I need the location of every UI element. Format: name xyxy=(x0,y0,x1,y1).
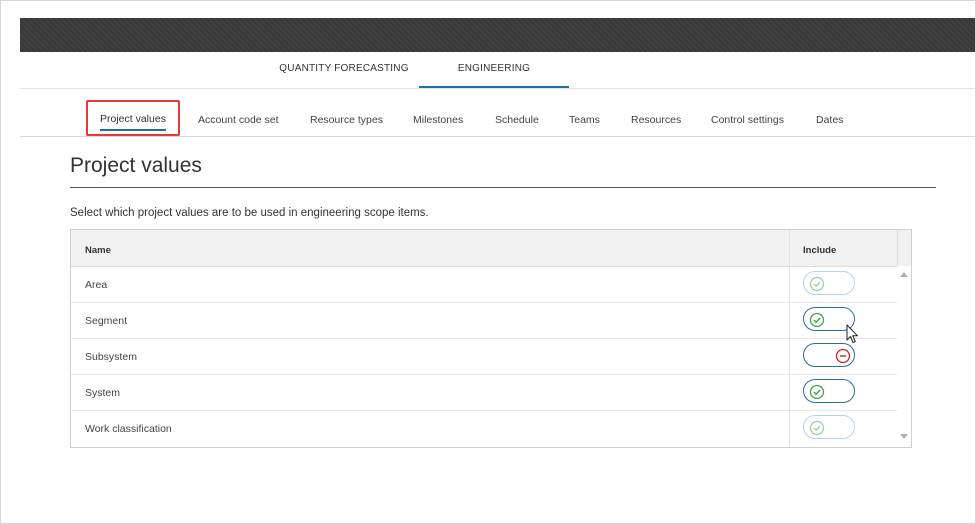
minus-circle-icon xyxy=(835,348,851,364)
subtab-resource-types[interactable]: Resource types xyxy=(310,100,383,136)
check-circle-icon xyxy=(809,276,825,292)
row-name: Area xyxy=(85,279,108,291)
header-scroll-separator xyxy=(897,230,898,266)
subtab-dates[interactable]: Dates xyxy=(816,100,843,136)
tab-quantity-forecasting[interactable]: QUANTITY FORECASTING xyxy=(269,52,419,86)
title-divider xyxy=(70,187,936,188)
row-name: System xyxy=(85,387,121,399)
table-row: Segment xyxy=(71,302,897,339)
row-name: Work classification xyxy=(85,423,172,435)
check-circle-icon xyxy=(809,420,825,436)
include-toggle-area[interactable] xyxy=(803,271,855,295)
tab-engineering[interactable]: ENGINEERING xyxy=(419,52,569,88)
grid-scrollbar[interactable] xyxy=(897,266,911,447)
table-row: Area xyxy=(71,266,897,303)
include-toggle-system[interactable] xyxy=(803,379,855,403)
check-circle-icon xyxy=(809,384,825,400)
mouse-pointer-icon xyxy=(846,324,858,343)
subtab-resources[interactable]: Resources xyxy=(631,100,681,136)
subtab-label: Project values xyxy=(100,113,166,131)
row-name: Subsystem xyxy=(85,351,137,363)
table-row: System xyxy=(71,374,897,411)
grid-header: Name Include xyxy=(71,230,911,267)
include-column-divider xyxy=(789,230,790,447)
subtab-control-settings[interactable]: Control settings xyxy=(711,100,784,136)
page-title: Project values xyxy=(70,154,202,177)
main-tab-bar: QUANTITY FORECASTING ENGINEERING xyxy=(20,52,975,89)
scroll-up-arrow-icon[interactable] xyxy=(900,271,908,277)
row-name: Segment xyxy=(85,315,128,327)
table-row: Work classification xyxy=(71,410,897,446)
subtab-schedule[interactable]: Schedule xyxy=(495,100,539,136)
table-row: Subsystem xyxy=(71,338,897,375)
check-circle-icon xyxy=(809,312,825,328)
project-values-grid: Name Include Area Segment Subsystem Syst… xyxy=(70,229,912,448)
include-toggle-subsystem[interactable] xyxy=(803,343,855,367)
subtab-teams[interactable]: Teams xyxy=(569,100,600,136)
subtab-milestones[interactable]: Milestones xyxy=(413,100,463,136)
sub-tab-bar: Project values Account code set Resource… xyxy=(20,100,975,137)
include-toggle-work-classification[interactable] xyxy=(803,415,855,439)
app-header-bar xyxy=(20,18,975,52)
page-description: Select which project values are to be us… xyxy=(70,207,429,219)
scroll-down-arrow-icon[interactable] xyxy=(900,434,908,440)
subtab-project-values[interactable]: Project values xyxy=(86,100,180,136)
subtab-account-code-set[interactable]: Account code set xyxy=(198,100,279,136)
